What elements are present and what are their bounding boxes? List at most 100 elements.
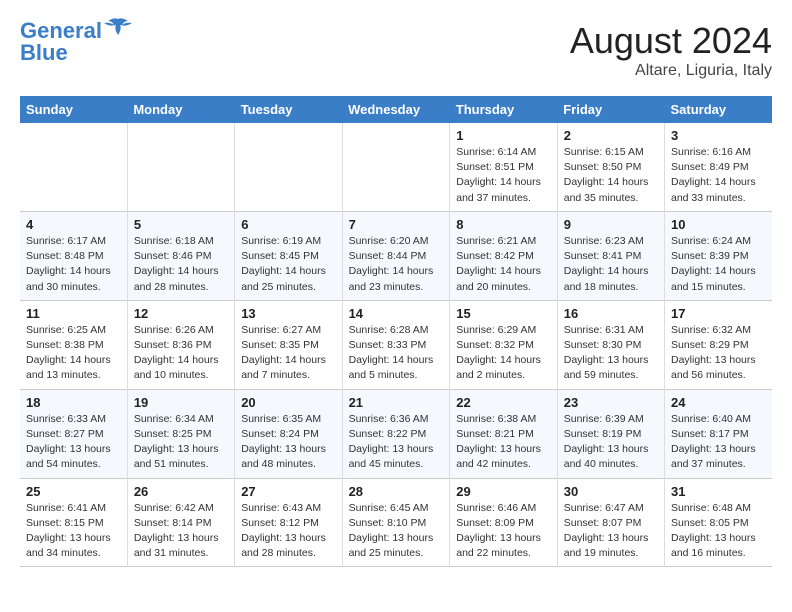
- calendar-cell: 24Sunrise: 6:40 AM Sunset: 8:17 PM Dayli…: [665, 389, 773, 478]
- day-info: Sunrise: 6:47 AM Sunset: 8:07 PM Dayligh…: [564, 501, 658, 562]
- day-number: 11: [26, 306, 121, 321]
- calendar-cell: 5 Sunrise: 6:18 AM Sunset: 8:46 PM Daylig…: [127, 211, 234, 300]
- calendar-cell: 17 Sunrise: 6:32 AM Sunset: 8:29 PM Dayli…: [665, 300, 773, 389]
- logo-text: General: [20, 20, 102, 42]
- calendar-week-3: 11 Sunrise: 6:25 AM Sunset: 8:38 PM Dayli…: [20, 300, 772, 389]
- weekday-header-tuesday: Tuesday: [235, 96, 342, 123]
- day-number: 25: [26, 484, 121, 499]
- calendar-cell: 15Sunrise: 6:29 AM Sunset: 8:32 PM Dayli…: [450, 300, 557, 389]
- weekday-header-monday: Monday: [127, 96, 234, 123]
- calendar-cell: 4 Sunrise: 6:17 AM Sunset: 8:48 PM Daylig…: [20, 211, 127, 300]
- calendar-body: 1Sunrise: 6:14 AM Sunset: 8:51 PM Daylig…: [20, 123, 772, 567]
- day-info: Sunrise: 6:46 AM Sunset: 8:09 PM Dayligh…: [456, 501, 550, 562]
- day-info: Sunrise: 6:23 AM Sunset: 8:41 PM Dayligh…: [564, 234, 658, 295]
- day-number: 17: [671, 306, 766, 321]
- day-info: Sunrise: 6:16 AM Sunset: 8:49 PM Dayligh…: [671, 145, 766, 206]
- day-number: 9: [564, 217, 658, 232]
- calendar-cell: 9 Sunrise: 6:23 AM Sunset: 8:41 PM Daylig…: [557, 211, 664, 300]
- calendar-cell: 13Sunrise: 6:27 AM Sunset: 8:35 PM Dayli…: [235, 300, 342, 389]
- weekday-header-sunday: Sunday: [20, 96, 127, 123]
- day-number: 18: [26, 395, 121, 410]
- day-number: 12: [134, 306, 228, 321]
- day-number: 28: [349, 484, 444, 499]
- calendar-cell: [235, 123, 342, 211]
- calendar-cell: 12 Sunrise: 6:26 AM Sunset: 8:36 PM Dayli…: [127, 300, 234, 389]
- day-number: 10: [671, 217, 766, 232]
- day-number: 26: [134, 484, 228, 499]
- calendar-week-2: 4 Sunrise: 6:17 AM Sunset: 8:48 PM Daylig…: [20, 211, 772, 300]
- calendar-cell: 30Sunrise: 6:47 AM Sunset: 8:07 PM Dayli…: [557, 478, 664, 567]
- weekday-header-saturday: Saturday: [665, 96, 773, 123]
- calendar-cell: 1Sunrise: 6:14 AM Sunset: 8:51 PM Daylig…: [450, 123, 557, 211]
- calendar-cell: 21 Sunrise: 6:36 AM Sunset: 8:22 PM Dayli…: [342, 389, 450, 478]
- day-info: Sunrise: 6:25 AM Sunset: 8:38 PM Dayligh…: [26, 323, 121, 384]
- weekday-header-friday: Friday: [557, 96, 664, 123]
- day-number: 5: [134, 217, 228, 232]
- calendar-cell: 16 Sunrise: 6:31 AM Sunset: 8:30 PM Dayli…: [557, 300, 664, 389]
- logo: General Blue: [20, 20, 132, 66]
- calendar-cell: 25 Sunrise: 6:41 AM Sunset: 8:15 PM Dayli…: [20, 478, 127, 567]
- day-info: Sunrise: 6:19 AM Sunset: 8:45 PM Dayligh…: [241, 234, 335, 295]
- calendar-week-5: 25 Sunrise: 6:41 AM Sunset: 8:15 PM Dayli…: [20, 478, 772, 567]
- day-info: Sunrise: 6:28 AM Sunset: 8:33 PM Dayligh…: [349, 323, 444, 384]
- calendar-cell: 20 Sunrise: 6:35 AM Sunset: 8:24 PM Dayli…: [235, 389, 342, 478]
- calendar-week-1: 1Sunrise: 6:14 AM Sunset: 8:51 PM Daylig…: [20, 123, 772, 211]
- day-info: Sunrise: 6:24 AM Sunset: 8:39 PM Dayligh…: [671, 234, 766, 295]
- weekday-header-row: SundayMondayTuesdayWednesdayThursdayFrid…: [20, 96, 772, 123]
- day-info: Sunrise: 6:21 AM Sunset: 8:42 PM Dayligh…: [456, 234, 550, 295]
- logo-blue: Blue: [20, 40, 68, 66]
- day-number: 31: [671, 484, 766, 499]
- calendar-cell: 19Sunrise: 6:34 AM Sunset: 8:25 PM Dayli…: [127, 389, 234, 478]
- calendar-cell: 28 Sunrise: 6:45 AM Sunset: 8:10 PM Dayli…: [342, 478, 450, 567]
- calendar-cell: 6 Sunrise: 6:19 AM Sunset: 8:45 PM Daylig…: [235, 211, 342, 300]
- day-number: 1: [456, 128, 550, 143]
- calendar-cell: 31Sunrise: 6:48 AM Sunset: 8:05 PM Dayli…: [665, 478, 773, 567]
- day-info: Sunrise: 6:43 AM Sunset: 8:12 PM Dayligh…: [241, 501, 335, 562]
- calendar-cell: [342, 123, 450, 211]
- day-number: 4: [26, 217, 121, 232]
- day-number: 21: [349, 395, 444, 410]
- day-info: Sunrise: 6:26 AM Sunset: 8:36 PM Dayligh…: [134, 323, 228, 384]
- calendar-cell: 8 Sunrise: 6:21 AM Sunset: 8:42 PM Daylig…: [450, 211, 557, 300]
- calendar-week-4: 18 Sunrise: 6:33 AM Sunset: 8:27 PM Dayli…: [20, 389, 772, 478]
- calendar-cell: [20, 123, 127, 211]
- day-info: Sunrise: 6:33 AM Sunset: 8:27 PM Dayligh…: [26, 412, 121, 473]
- day-number: 29: [456, 484, 550, 499]
- day-number: 3: [671, 128, 766, 143]
- day-info: Sunrise: 6:15 AM Sunset: 8:50 PM Dayligh…: [564, 145, 658, 206]
- location-subtitle: Altare, Liguria, Italy: [570, 62, 772, 80]
- calendar-cell: 10 Sunrise: 6:24 AM Sunset: 8:39 PM Dayli…: [665, 211, 773, 300]
- day-number: 2: [564, 128, 658, 143]
- calendar-cell: 3 Sunrise: 6:16 AM Sunset: 8:49 PM Daylig…: [665, 123, 773, 211]
- logo-bird-icon: [104, 17, 132, 39]
- calendar-cell: 22Sunrise: 6:38 AM Sunset: 8:21 PM Dayli…: [450, 389, 557, 478]
- day-info: Sunrise: 6:36 AM Sunset: 8:22 PM Dayligh…: [349, 412, 444, 473]
- day-info: Sunrise: 6:35 AM Sunset: 8:24 PM Dayligh…: [241, 412, 335, 473]
- day-number: 8: [456, 217, 550, 232]
- weekday-header-wednesday: Wednesday: [342, 96, 450, 123]
- weekday-header-thursday: Thursday: [450, 96, 557, 123]
- day-number: 14: [349, 306, 444, 321]
- calendar-cell: 2 Sunrise: 6:15 AM Sunset: 8:50 PM Daylig…: [557, 123, 664, 211]
- day-info: Sunrise: 6:40 AM Sunset: 8:17 PM Dayligh…: [671, 412, 766, 473]
- day-info: Sunrise: 6:31 AM Sunset: 8:30 PM Dayligh…: [564, 323, 658, 384]
- page-header: General Blue August 2024 Altare, Liguria…: [20, 20, 772, 80]
- calendar-cell: [127, 123, 234, 211]
- day-info: Sunrise: 6:29 AM Sunset: 8:32 PM Dayligh…: [456, 323, 550, 384]
- day-info: Sunrise: 6:45 AM Sunset: 8:10 PM Dayligh…: [349, 501, 444, 562]
- calendar-cell: 29 Sunrise: 6:46 AM Sunset: 8:09 PM Dayli…: [450, 478, 557, 567]
- day-info: Sunrise: 6:27 AM Sunset: 8:35 PM Dayligh…: [241, 323, 335, 384]
- calendar-cell: 18 Sunrise: 6:33 AM Sunset: 8:27 PM Dayli…: [20, 389, 127, 478]
- calendar-cell: 7Sunrise: 6:20 AM Sunset: 8:44 PM Daylig…: [342, 211, 450, 300]
- day-number: 20: [241, 395, 335, 410]
- day-info: Sunrise: 6:17 AM Sunset: 8:48 PM Dayligh…: [26, 234, 121, 295]
- day-info: Sunrise: 6:18 AM Sunset: 8:46 PM Dayligh…: [134, 234, 228, 295]
- day-info: Sunrise: 6:34 AM Sunset: 8:25 PM Dayligh…: [134, 412, 228, 473]
- day-info: Sunrise: 6:41 AM Sunset: 8:15 PM Dayligh…: [26, 501, 121, 562]
- day-number: 6: [241, 217, 335, 232]
- day-info: Sunrise: 6:32 AM Sunset: 8:29 PM Dayligh…: [671, 323, 766, 384]
- day-info: Sunrise: 6:39 AM Sunset: 8:19 PM Dayligh…: [564, 412, 658, 473]
- calendar-cell: 26Sunrise: 6:42 AM Sunset: 8:14 PM Dayli…: [127, 478, 234, 567]
- day-info: Sunrise: 6:38 AM Sunset: 8:21 PM Dayligh…: [456, 412, 550, 473]
- day-number: 16: [564, 306, 658, 321]
